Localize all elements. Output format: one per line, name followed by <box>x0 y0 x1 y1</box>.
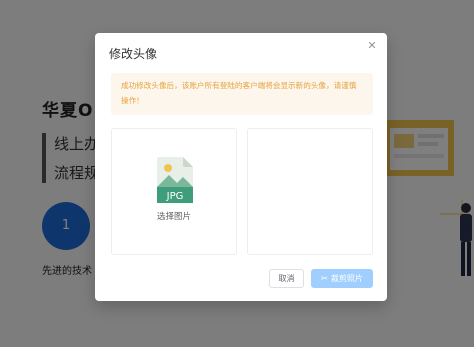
file-type-label: JPG <box>166 191 184 202</box>
select-image-label: 选择图片 <box>156 212 191 222</box>
change-avatar-dialog: 修改头像 ✕ 成功修改头像后，该账户所有登陆的客户端将会显示新的头像，请谨慎操作… <box>95 33 387 301</box>
dialog-title: 修改头像 <box>109 47 158 61</box>
crop-photo-button[interactable]: ✂ 裁剪照片 <box>311 269 373 288</box>
crop-button-label: 裁剪照片 <box>330 274 363 283</box>
jpg-file-icon: JPG <box>157 157 193 203</box>
scissors-icon: ✂ <box>321 274 328 283</box>
close-icon[interactable]: ✕ <box>365 39 379 53</box>
cancel-button[interactable]: 取消 <box>269 269 304 288</box>
image-select-panel[interactable]: JPG 选择图片 <box>111 128 237 255</box>
crop-preview-panel <box>247 128 373 255</box>
warning-alert: 成功修改头像后，该账户所有登陆的客户端将会显示新的头像，请谨慎操作！ <box>111 73 373 115</box>
